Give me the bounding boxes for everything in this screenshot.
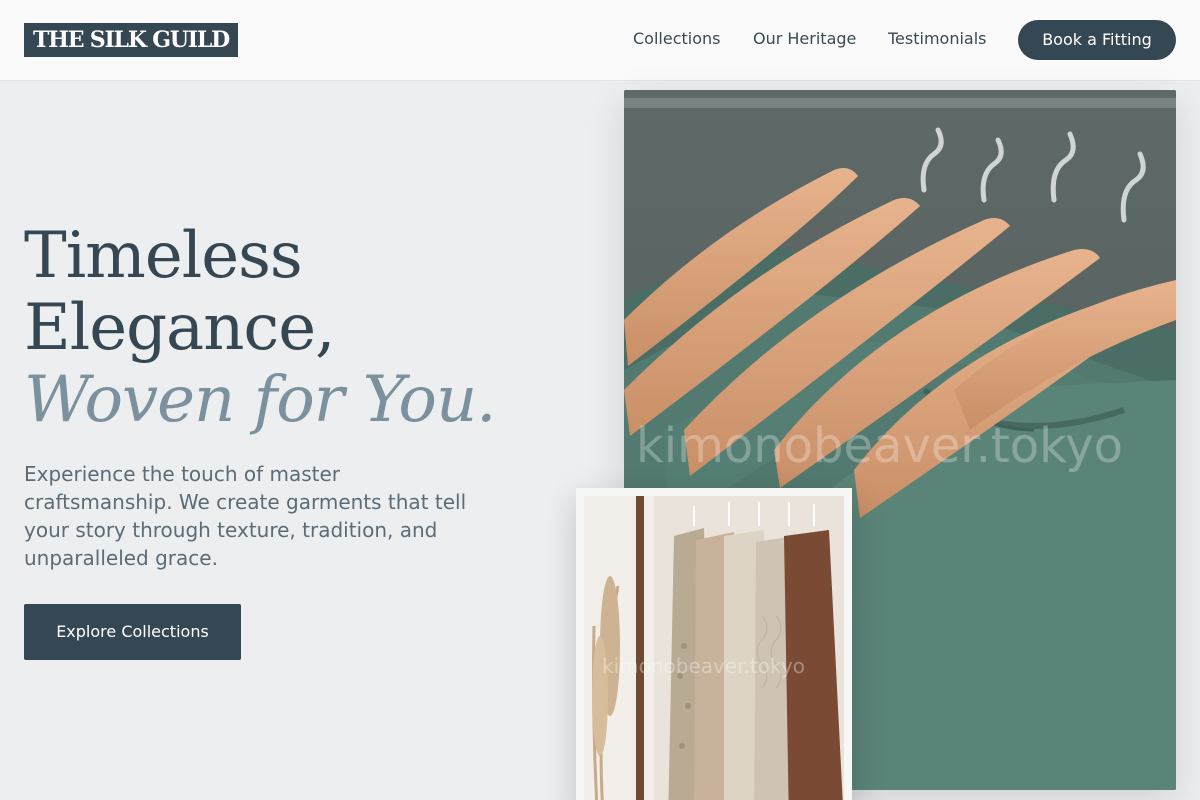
explore-collections-button[interactable]: Explore Collections — [24, 604, 241, 660]
garment-rack-image — [584, 496, 844, 800]
headline-accent: Woven for You. — [24, 363, 496, 437]
main-image-watermark: kimonobeaver.tokyo — [636, 418, 1124, 474]
headline-line-2: Elegance, — [24, 291, 335, 365]
nav-link-our-heritage[interactable]: Our Heritage — [753, 29, 856, 49]
hero-description: Experience the touch of master craftsman… — [24, 462, 467, 570]
hero-headline: Timeless Elegance, Woven for You. — [24, 220, 496, 436]
book-fitting-button[interactable]: Book a Fitting — [1018, 20, 1176, 60]
secondary-image-card — [576, 488, 852, 800]
headline-line-1: Timeless — [24, 219, 303, 293]
secondary-image-watermark: kimonobeaver.tokyo — [602, 654, 805, 678]
nav-link-testimonials[interactable]: Testimonials — [888, 29, 987, 49]
brand-logo[interactable]: THE SILK GUILD — [24, 23, 238, 57]
nav-link-collections[interactable]: Collections — [633, 29, 720, 49]
garment-rack-illustration — [584, 496, 844, 800]
site-header: THE SILK GUILD Collections Our Heritage … — [0, 0, 1200, 81]
